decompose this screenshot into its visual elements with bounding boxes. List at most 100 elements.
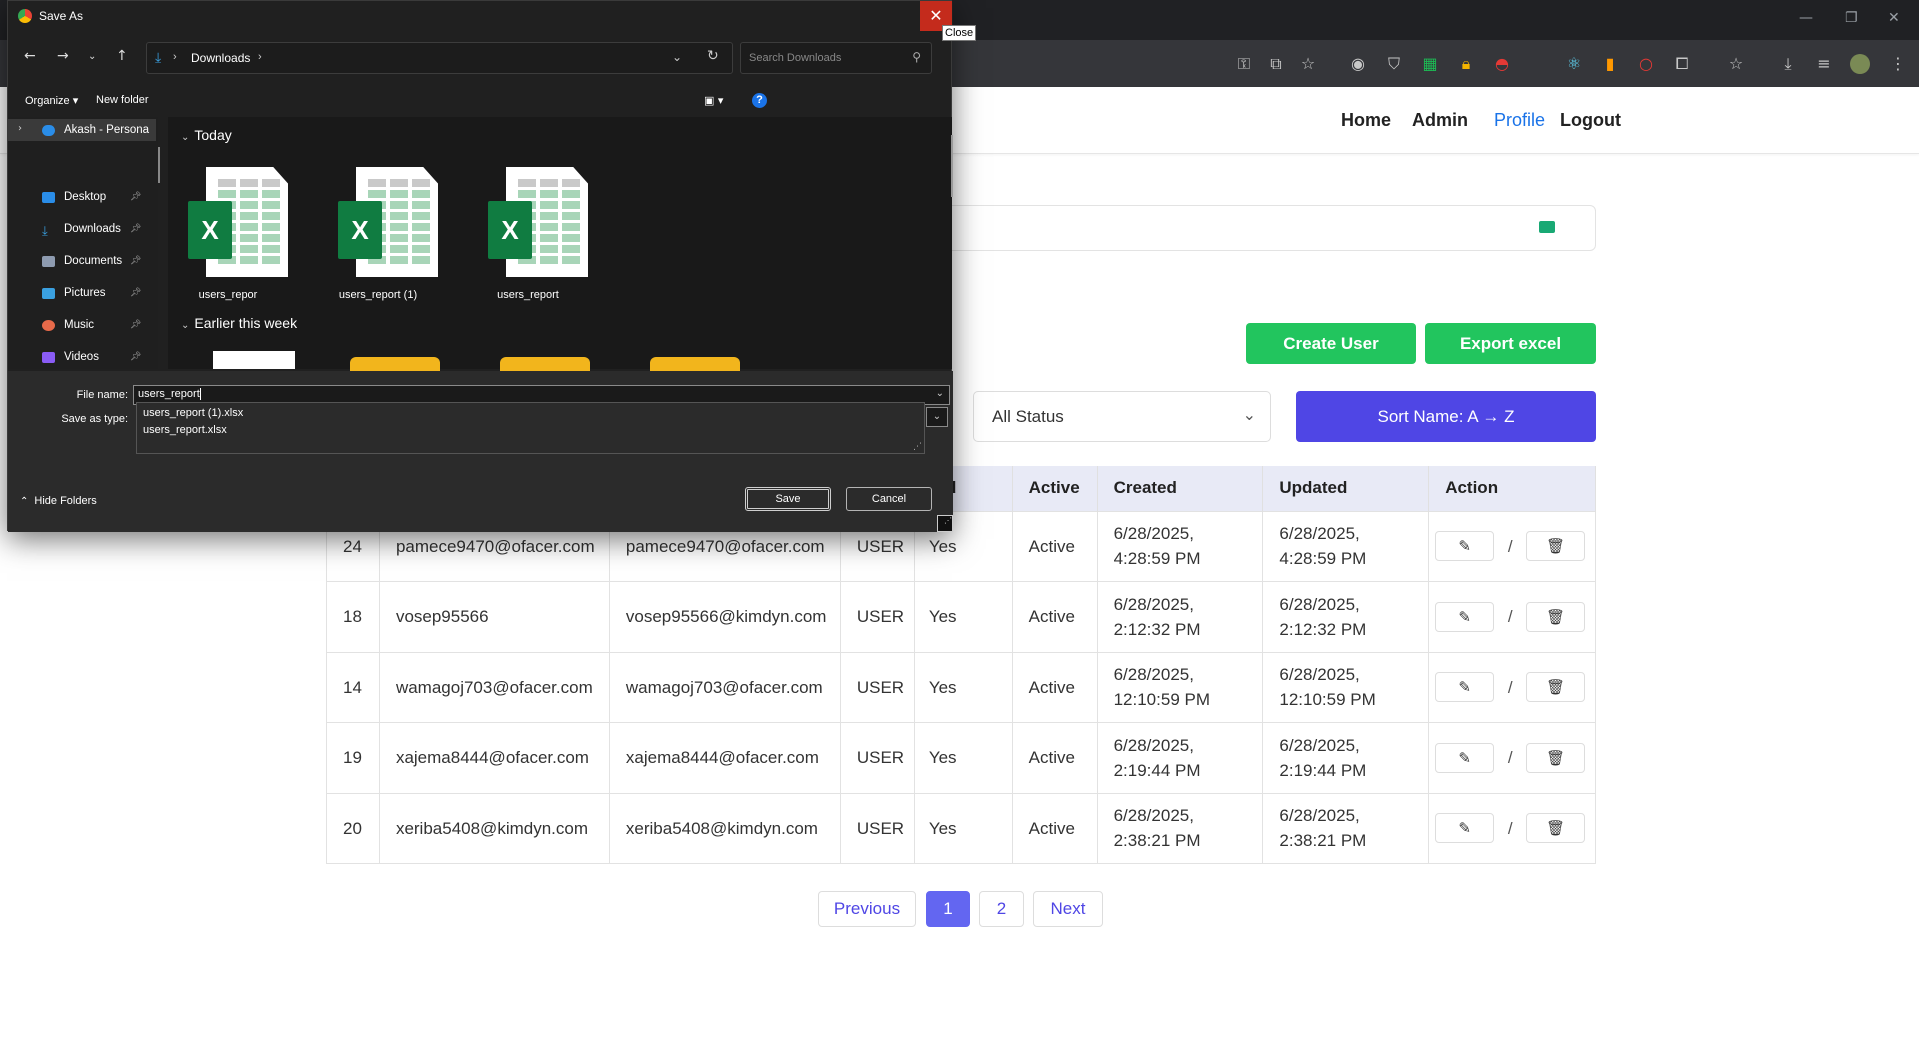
excel-file-icon[interactable]: [213, 351, 295, 369]
spreadsheet-cell: [412, 201, 430, 209]
refresh-icon[interactable]: ↻: [707, 48, 719, 64]
save-as-type-dropdown[interactable]: ⌄: [926, 407, 948, 427]
extensions-icon[interactable]: ⧠: [1670, 52, 1694, 76]
edit-button[interactable]: ✎: [1435, 813, 1495, 844]
page-button-1[interactable]: 1: [926, 891, 970, 927]
search-input[interactable]: [900, 205, 1596, 251]
nav-logout[interactable]: Logout: [1560, 110, 1621, 131]
export-excel-button[interactable]: Export excel: [1425, 323, 1596, 364]
install-icon[interactable]: ⧉: [1264, 52, 1288, 76]
updated-time: 2:38:21 PM: [1279, 831, 1367, 851]
help-icon[interactable]: ?: [752, 93, 767, 108]
view-options-icon[interactable]: ▣ ▾: [704, 94, 723, 107]
spreadsheet-cell: [390, 212, 408, 220]
recent-locations-icon[interactable]: ⌄: [88, 51, 96, 62]
menu-icon[interactable]: ⋮: [1886, 52, 1910, 76]
suggestion-item[interactable]: users_report.xlsx: [143, 424, 227, 436]
cell-email: xeriba5408@kimdyn.com: [609, 792, 841, 864]
edit-button[interactable]: ✎: [1435, 672, 1495, 703]
delete-button[interactable]: 🗑︎: [1526, 672, 1586, 703]
lock-icon[interactable]: 🔒︎: [1454, 52, 1478, 76]
forward-arrow-icon[interactable]: →: [57, 48, 69, 64]
up-arrow-icon[interactable]: ↑: [116, 48, 128, 64]
hide-folders-button[interactable]: ⌃ Hide Folders: [20, 495, 97, 507]
chevron-down-icon[interactable]: ⌄: [672, 50, 682, 64]
bookmarks-icon[interactable]: ☆: [1724, 52, 1748, 76]
suggestion-item[interactable]: users_report (1).xlsx: [143, 407, 243, 419]
star-icon[interactable]: ☆: [1296, 52, 1320, 76]
previous-page-button[interactable]: Previous: [818, 891, 916, 927]
next-page-button[interactable]: Next: [1033, 891, 1103, 927]
breadcrumb-chevron-icon: ›: [173, 51, 177, 63]
status-filter-select[interactable]: All Status ⌄: [973, 391, 1271, 442]
create-user-button[interactable]: Create User: [1246, 323, 1416, 364]
media-icon[interactable]: ≡: [1812, 52, 1836, 76]
delete-button[interactable]: 🗑︎: [1526, 813, 1586, 844]
new-folder-button[interactable]: New folder: [96, 94, 149, 106]
table-row: 18 vosep95566 vosep95566@kimdyn.com USER Yes…: [326, 581, 1596, 652]
close-window-icon[interactable]: ✕: [1888, 10, 1900, 26]
chevron-down-icon[interactable]: ⌄: [936, 388, 944, 399]
nav-item-onedrive[interactable]: Akash - Persona: [64, 124, 149, 136]
sort-button[interactable]: Sort Name: A → Z: [1296, 391, 1596, 442]
sheet-icon[interactable]: ▦: [1418, 52, 1442, 76]
created-time: 2:19:44 PM: [1113, 760, 1201, 780]
nav-item-desktop[interactable]: Desktop: [64, 191, 106, 203]
breadcrumb-downloads[interactable]: Downloads: [191, 51, 250, 65]
download-icon[interactable]: ⤓: [1776, 52, 1800, 76]
folder-icon[interactable]: [650, 357, 740, 371]
delete-button[interactable]: 🗑︎: [1526, 601, 1586, 632]
file-list-scrollbar[interactable]: [951, 135, 953, 197]
record-icon[interactable]: ○: [1634, 52, 1658, 76]
edit-button[interactable]: ✎: [1435, 742, 1495, 773]
address-bar[interactable]: ⤓ › Downloads › ⌄ ↻: [146, 42, 733, 74]
folder-icon[interactable]: [500, 357, 590, 371]
camera-icon[interactable]: ◉: [1346, 52, 1370, 76]
nav-admin[interactable]: Admin: [1412, 110, 1468, 131]
profile-avatar[interactable]: [1850, 54, 1870, 74]
spreadsheet-cell: [240, 179, 258, 187]
spreadsheet-cell: [412, 212, 430, 220]
react-icon[interactable]: ⚛: [1562, 52, 1586, 76]
pokeball-icon[interactable]: ◓: [1490, 52, 1514, 76]
nav-scrollbar[interactable]: [158, 147, 160, 183]
folder-icon[interactable]: [350, 357, 440, 371]
nav-item-music[interactable]: Music: [64, 319, 94, 331]
edit-button[interactable]: ✎: [1435, 531, 1495, 562]
group-header-today[interactable]: ⌄ Today: [181, 127, 232, 143]
file-name-label: users_report: [497, 289, 559, 301]
organize-button[interactable]: Organize ▾: [25, 94, 78, 107]
header-active: Active: [1012, 466, 1098, 511]
nav-home[interactable]: Home: [1341, 110, 1391, 131]
nav-item-pictures[interactable]: Pictures: [64, 287, 106, 299]
cancel-button[interactable]: Cancel: [846, 487, 932, 511]
minimize-icon[interactable]: —: [1799, 10, 1813, 26]
group-header-earlier[interactable]: ⌄ Earlier this week: [181, 315, 297, 331]
dialog-resize-grip[interactable]: ⋰: [937, 515, 953, 532]
spreadsheet-cell: [562, 256, 580, 264]
filename-suggestions: users_report (1).xlsx users_report.xlsx …: [136, 402, 925, 454]
restore-icon[interactable]: ❐: [1845, 10, 1858, 26]
spreadsheet-cell: [218, 190, 236, 198]
page-button-2[interactable]: 2: [979, 891, 1024, 927]
save-button[interactable]: Save: [745, 487, 831, 511]
nav-item-documents[interactable]: Documents: [64, 255, 122, 267]
dialog-search-input[interactable]: Search Downloads ⚲: [740, 42, 932, 74]
cell-username: vosep95566: [379, 581, 610, 652]
spreadsheet-cell: [412, 179, 430, 187]
spreadsheet-cell: [562, 245, 580, 253]
header-updated: Updated: [1262, 466, 1430, 511]
edit-button[interactable]: ✎: [1435, 601, 1495, 632]
shield-icon[interactable]: ⛉: [1382, 52, 1406, 76]
resize-grip-icon[interactable]: ⋰: [913, 442, 922, 452]
spreadsheet-cell: [562, 223, 580, 231]
back-arrow-icon[interactable]: ←: [24, 48, 36, 64]
delete-button[interactable]: 🗑︎: [1526, 742, 1586, 773]
key-icon[interactable]: ⚿: [1232, 52, 1256, 76]
expand-chevron-icon[interactable]: ›: [18, 123, 22, 134]
nav-item-videos[interactable]: Videos: [64, 351, 99, 363]
lighthouse-icon[interactable]: ▮: [1598, 52, 1622, 76]
nav-profile[interactable]: Profile: [1494, 110, 1545, 131]
nav-item-downloads[interactable]: Downloads: [64, 223, 121, 235]
delete-button[interactable]: 🗑︎: [1526, 531, 1586, 562]
